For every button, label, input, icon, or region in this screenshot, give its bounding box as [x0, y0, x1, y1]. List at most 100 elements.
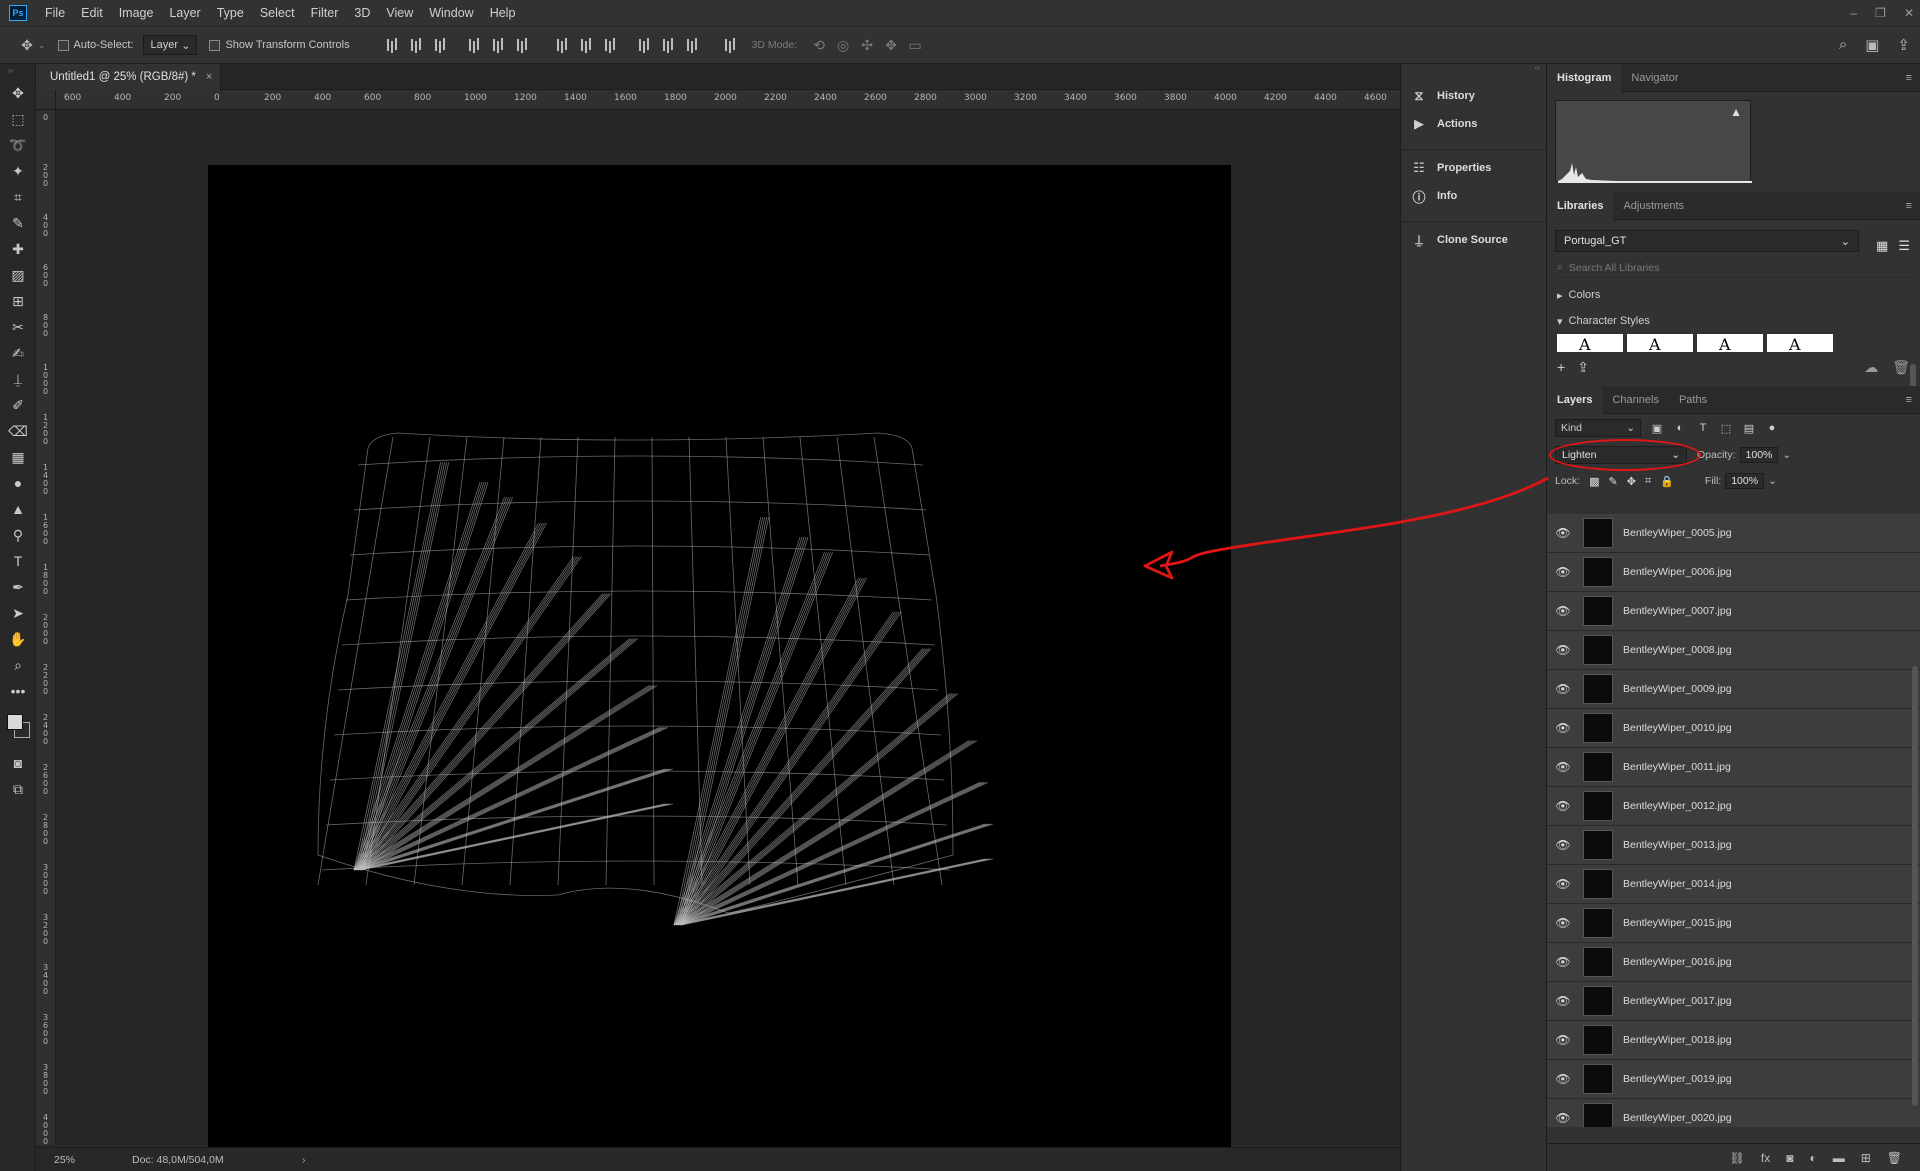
menu-filter[interactable]: Filter: [303, 0, 347, 26]
menu-layer[interactable]: Layer: [161, 0, 208, 26]
visibility-eye-icon[interactable]: 👁: [1547, 526, 1579, 540]
patch-tool-icon[interactable]: ▨: [0, 262, 36, 288]
auto-align-icon[interactable]: [716, 35, 736, 55]
menu-type[interactable]: Type: [209, 0, 252, 26]
roll-3d-icon[interactable]: ◎: [831, 37, 855, 54]
tab-adjustments[interactable]: Adjustments: [1613, 192, 1694, 220]
eraser-tool-icon[interactable]: ⌫: [0, 418, 36, 444]
layer-row[interactable]: 👁 BentleyWiper_0009.jpg: [1547, 670, 1920, 709]
workspace-icon[interactable]: ▣: [1865, 36, 1879, 54]
sharpen-tool-icon[interactable]: ▲: [0, 496, 36, 522]
visibility-eye-icon[interactable]: 👁: [1547, 1072, 1579, 1086]
clone-stamp-tool-icon[interactable]: ⍊: [0, 366, 36, 392]
warning-icon[interactable]: ▲: [1730, 105, 1742, 119]
character-style-thumbnail[interactable]: A: [1697, 334, 1763, 352]
slide-3d-icon[interactable]: ✥: [879, 37, 903, 54]
lock-image-icon[interactable]: ✎: [1609, 475, 1618, 488]
add-content-icon[interactable]: +: [1557, 359, 1565, 375]
search-icon[interactable]: ⌕: [1839, 36, 1847, 54]
layers-scrollbar[interactable]: [1910, 516, 1918, 1126]
chevron-down-icon[interactable]: ⌄: [1782, 449, 1791, 461]
align-hcenter-icon[interactable]: [484, 35, 504, 55]
move-tool-icon[interactable]: ✥: [0, 80, 36, 106]
layer-name[interactable]: BentleyWiper_0014.jpg: [1623, 878, 1732, 890]
tab-layers[interactable]: Layers: [1547, 385, 1603, 414]
lasso-tool-icon[interactable]: ➰: [0, 132, 36, 158]
visibility-eye-icon[interactable]: 👁: [1547, 877, 1579, 891]
path-selection-tool-icon[interactable]: ➤: [0, 600, 36, 626]
menu-view[interactable]: View: [378, 0, 421, 26]
lock-all-icon[interactable]: 🔒: [1660, 475, 1674, 488]
layer-name[interactable]: BentleyWiper_0010.jpg: [1623, 722, 1732, 734]
hand-tool-icon[interactable]: ✋: [0, 626, 36, 652]
gradient-tool-icon[interactable]: ▦: [0, 444, 36, 470]
align-bottom-icon[interactable]: [426, 35, 446, 55]
layer-name[interactable]: BentleyWiper_0006.jpg: [1623, 566, 1732, 578]
layer-name[interactable]: BentleyWiper_0015.jpg: [1623, 917, 1732, 929]
healing-brush-tool-icon[interactable]: ✚: [0, 236, 36, 262]
zoom-level[interactable]: 25%: [36, 1154, 102, 1166]
minimize-icon[interactable]: –: [1850, 6, 1857, 20]
layer-row[interactable]: 👁 BentleyWiper_0011.jpg: [1547, 748, 1920, 787]
library-dropdown[interactable]: Portugal_GT ⌄: [1555, 230, 1859, 252]
type-filter-icon[interactable]: T: [1696, 422, 1710, 434]
restore-icon[interactable]: ❐: [1875, 6, 1886, 20]
grid-view-icon[interactable]: ▦: [1876, 238, 1888, 254]
lock-transparent-icon[interactable]: ▩: [1589, 475, 1599, 488]
visibility-eye-icon[interactable]: 👁: [1547, 838, 1579, 852]
panel-menu-icon[interactable]: ≡: [1906, 72, 1912, 84]
fill-control[interactable]: Fill: 100% ⌄: [1705, 473, 1777, 489]
dodge-tool-icon[interactable]: ⚲: [0, 522, 36, 548]
panel-menu-icon[interactable]: ≡: [1906, 394, 1912, 406]
layer-name[interactable]: BentleyWiper_0005.jpg: [1623, 527, 1732, 539]
crop-tool-icon[interactable]: ⌗: [0, 184, 36, 210]
marquee-tool-icon[interactable]: ⬚: [0, 106, 36, 132]
tab-libraries[interactable]: Libraries: [1547, 191, 1614, 220]
chevron-down-icon[interactable]: ⌄: [1768, 475, 1777, 487]
tab-channels[interactable]: Channels: [1602, 386, 1668, 414]
menu-window[interactable]: Window: [421, 0, 481, 26]
upload-icon[interactable]: ⇪: [1577, 359, 1589, 376]
lock-position-icon[interactable]: ✥: [1627, 475, 1636, 488]
distribute-vcenter-icon[interactable]: [572, 35, 592, 55]
layer-name[interactable]: BentleyWiper_0016.jpg: [1623, 956, 1732, 968]
new-layer-icon[interactable]: ⊞: [1861, 1151, 1871, 1165]
history-brush-tool-icon[interactable]: ✐: [0, 392, 36, 418]
close-tab-icon[interactable]: ×: [206, 71, 212, 83]
menu-image[interactable]: Image: [111, 0, 162, 26]
layer-name[interactable]: BentleyWiper_0012.jpg: [1623, 800, 1732, 812]
orbit-3d-icon[interactable]: ⟲: [807, 37, 831, 54]
visibility-eye-icon[interactable]: 👁: [1547, 916, 1579, 930]
trash-icon[interactable]: 🗑: [1892, 359, 1910, 376]
align-vcenter-icon[interactable]: [402, 35, 422, 55]
tab-histogram[interactable]: Histogram: [1547, 63, 1622, 92]
status-menu-chevron-icon[interactable]: ›: [302, 1154, 306, 1166]
fill-value[interactable]: 100%: [1725, 473, 1765, 489]
zoom-tool-icon[interactable]: ⌕: [0, 652, 36, 678]
list-view-icon[interactable]: ☰: [1898, 238, 1910, 254]
menu-help[interactable]: Help: [482, 0, 524, 26]
visibility-eye-icon[interactable]: 👁: [1547, 721, 1579, 735]
tab-navigator[interactable]: Navigator: [1621, 64, 1688, 92]
library-search-field[interactable]: ⌕ Search All Libraries: [1555, 258, 1910, 278]
layer-name[interactable]: BentleyWiper_0008.jpg: [1623, 644, 1732, 656]
scale-3d-icon[interactable]: ▭: [903, 37, 927, 54]
layers-scrollbar-thumb[interactable]: [1912, 666, 1918, 1106]
layer-name[interactable]: BentleyWiper_0007.jpg: [1623, 605, 1732, 617]
content-aware-move-icon[interactable]: ✂: [0, 314, 36, 340]
dock-clone-source[interactable]: ⍊ Clone Source: [1401, 226, 1546, 254]
screen-mode-icon[interactable]: ⧉: [0, 776, 36, 802]
library-section-character-styles[interactable]: ▾ Character Styles: [1557, 312, 1920, 330]
layer-row[interactable]: 👁 BentleyWiper_0019.jpg: [1547, 1060, 1920, 1099]
trash-icon[interactable]: 🗑: [1887, 1151, 1902, 1165]
layer-name[interactable]: BentleyWiper_0019.jpg: [1623, 1073, 1732, 1085]
distribute-top-icon[interactable]: [548, 35, 568, 55]
layer-name[interactable]: BentleyWiper_0009.jpg: [1623, 683, 1732, 695]
smart-object-filter-icon[interactable]: ▤: [1742, 422, 1756, 435]
layer-row[interactable]: 👁 BentleyWiper_0020.jpg: [1547, 1099, 1920, 1127]
library-section-colors[interactable]: ▸ Colors: [1557, 286, 1920, 304]
share-icon[interactable]: ⇪: [1897, 36, 1910, 54]
layer-row[interactable]: 👁 BentleyWiper_0008.jpg: [1547, 631, 1920, 670]
pen-tool-icon[interactable]: ✒: [0, 574, 36, 600]
character-style-thumbnail[interactable]: A: [1627, 334, 1693, 352]
